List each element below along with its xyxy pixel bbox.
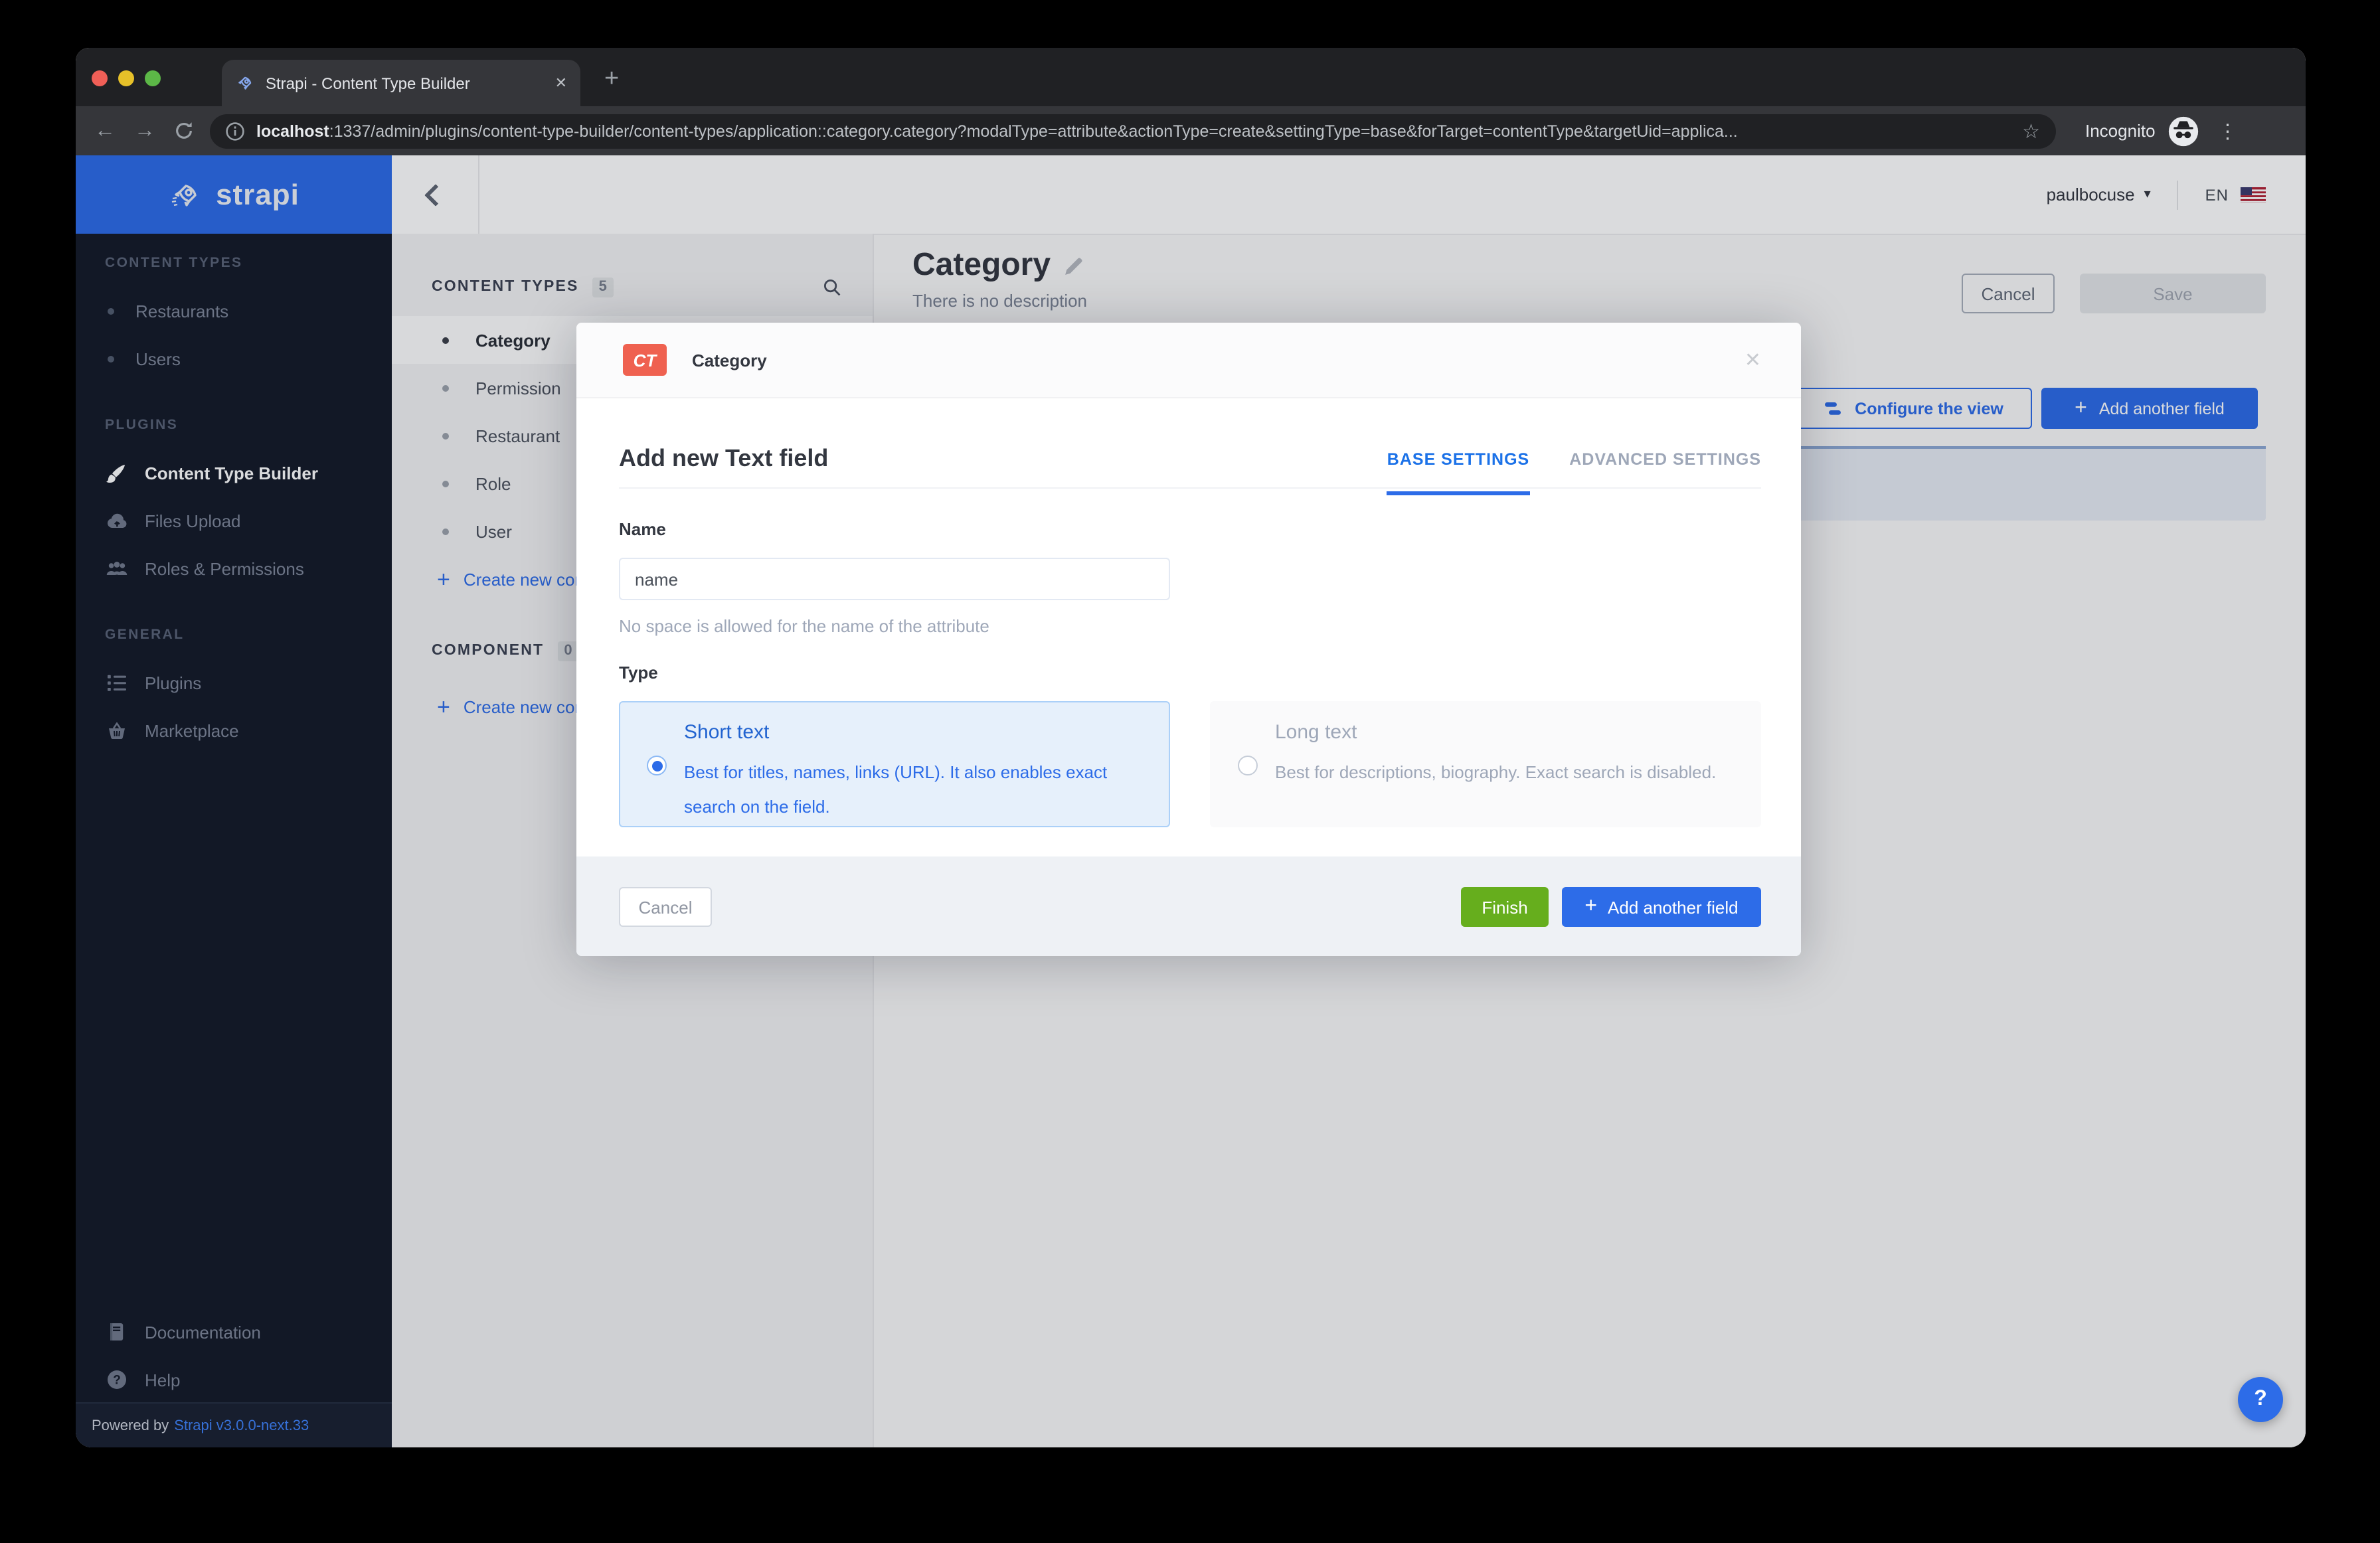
bookmark-star-icon[interactable]: ☆ bbox=[2022, 119, 2040, 143]
new-tab-button[interactable]: + bbox=[604, 66, 619, 92]
site-info-icon[interactable] bbox=[226, 122, 244, 140]
option-long-text[interactable]: Long text Best for descriptions, biograp… bbox=[1210, 701, 1761, 827]
name-helper-text: No space is allowed for the name of the … bbox=[619, 616, 989, 636]
browser-toolbar: ← → localhost:1337/admin/plugins/content… bbox=[76, 106, 2306, 155]
minimize-window-button[interactable] bbox=[118, 70, 134, 86]
name-label: Name bbox=[619, 519, 666, 539]
reload-icon[interactable] bbox=[174, 121, 194, 141]
modal-title: Add new Text field bbox=[619, 445, 828, 473]
modal-footer: Cancel Finish + Add another field bbox=[576, 856, 1801, 956]
option-title: Long text bbox=[1275, 721, 1357, 744]
strapi-favicon-icon bbox=[235, 73, 255, 93]
browser-tab[interactable]: Strapi - Content Type Builder ✕ bbox=[222, 60, 580, 106]
modal-add-another-field-button[interactable]: + Add another field bbox=[1562, 887, 1761, 927]
forward-icon[interactable]: → bbox=[134, 120, 155, 141]
support-help-button[interactable]: ? bbox=[2238, 1377, 2283, 1422]
option-description: Best for titles, names, links (URL). It … bbox=[684, 756, 1149, 825]
name-input[interactable] bbox=[619, 558, 1170, 600]
close-icon[interactable]: ✕ bbox=[1744, 348, 1761, 372]
browser-window: Strapi - Content Type Builder ✕ + ← → lo… bbox=[76, 48, 2306, 1447]
divider bbox=[619, 487, 1761, 489]
tab-title: Strapi - Content Type Builder bbox=[266, 74, 545, 92]
modal-header: CT Category ✕ bbox=[576, 323, 1801, 398]
option-description: Best for descriptions, biography. Exact … bbox=[1275, 756, 1740, 790]
option-short-text[interactable]: Short text Best for titles, names, links… bbox=[619, 701, 1170, 827]
add-field-modal: CT Category ✕ Add new Text field BASE SE… bbox=[576, 323, 1801, 956]
strapi-app: strapi CONTENT TYPES Restaurants Users P… bbox=[76, 155, 2306, 1447]
window-controls bbox=[92, 70, 161, 86]
back-icon[interactable]: ← bbox=[94, 120, 116, 141]
modal-cancel-button[interactable]: Cancel bbox=[619, 887, 712, 927]
close-window-button[interactable] bbox=[92, 70, 108, 86]
type-label: Type bbox=[619, 663, 658, 683]
browser-menu-icon[interactable]: ⋮ bbox=[2218, 119, 2238, 143]
url-bar[interactable]: localhost:1337/admin/plugins/content-typ… bbox=[210, 114, 2056, 148]
incognito-label: Incognito bbox=[2085, 121, 2156, 141]
close-tab-icon[interactable]: ✕ bbox=[555, 74, 567, 92]
radio-unselected-icon[interactable] bbox=[1238, 756, 1258, 775]
modal-entity-name: Category bbox=[692, 350, 767, 370]
content-type-badge: CT bbox=[623, 344, 667, 376]
finish-button[interactable]: Finish bbox=[1461, 887, 1549, 927]
plus-icon: + bbox=[1584, 896, 1597, 918]
url-text: localhost:1337/admin/plugins/content-typ… bbox=[256, 122, 2011, 140]
radio-selected-icon[interactable] bbox=[647, 756, 667, 775]
option-title: Short text bbox=[684, 721, 769, 744]
screen: Strapi - Content Type Builder ✕ + ← → lo… bbox=[0, 0, 2380, 1543]
zoom-window-button[interactable] bbox=[145, 70, 161, 86]
browser-tab-bar: Strapi - Content Type Builder ✕ + bbox=[76, 48, 2306, 106]
incognito-icon bbox=[2168, 115, 2199, 147]
